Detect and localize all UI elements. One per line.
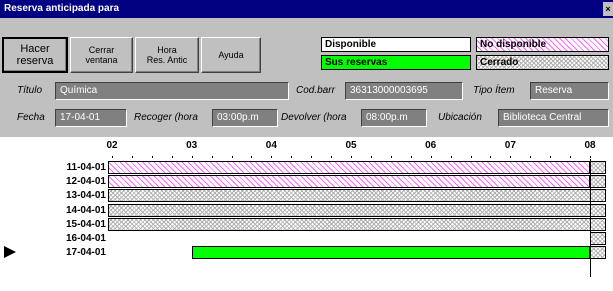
axis-tick — [212, 156, 213, 158]
schedule-grid: 02 03 04 05 06 07 08 11-04-01 12-04-01 13-04-01 14… — [0, 137, 613, 291]
titulo-field: Química — [55, 82, 289, 100]
schedule-row-date[interactable]: 16-04-01 — [18, 232, 110, 245]
axis-tick — [490, 156, 491, 158]
legend-disponible: Disponible — [321, 37, 471, 52]
schedule-row-date[interactable]: 12-04-01 — [18, 175, 110, 188]
axis-tick — [510, 156, 511, 158]
hour-label: 07 — [504, 140, 516, 151]
devolver-label: Devolver (hora — [281, 112, 347, 123]
hour-label: 08 — [584, 140, 596, 151]
hacer-reserva-button[interactable]: Hacer reserva — [2, 37, 68, 73]
axis-tick — [351, 156, 352, 158]
axis-tick — [192, 156, 193, 158]
ubicacion-field: Biblioteca Central — [498, 109, 609, 127]
tipo-item-field: Reserva — [530, 82, 609, 100]
hour-label: 06 — [425, 140, 437, 151]
fecha-label: Fecha — [17, 112, 45, 123]
recoger-label: Recoger (hora — [134, 112, 198, 123]
axis-tick — [411, 156, 412, 158]
axis-tick — [391, 156, 392, 158]
legend-cerrado: Cerrado — [476, 55, 609, 70]
axis-tick — [371, 156, 372, 158]
ayuda-button[interactable]: Ayuda — [201, 37, 261, 73]
codbarr-field: 36313000003695 — [345, 82, 463, 100]
schedule-row-date[interactable]: 14-04-01 — [18, 204, 110, 217]
axis-tick — [132, 156, 133, 158]
closing-time-line — [590, 159, 591, 277]
schedule-row-date[interactable]: 15-04-01 — [18, 218, 110, 231]
recoger-field: 03:00p.m — [212, 109, 278, 127]
slot-cerrado-tail — [590, 246, 606, 259]
axis-tick — [550, 156, 551, 158]
tipo-item-label: Tipo Ítem — [473, 85, 515, 96]
current-row-arrow-icon — [4, 246, 16, 258]
codbarr-label: Cod.barr — [296, 85, 335, 96]
axis-tick — [590, 156, 591, 158]
axis-tick — [271, 156, 272, 158]
devolver-field: 08:00p.m — [361, 109, 427, 127]
schedule-row-date[interactable]: 13-04-01 — [18, 189, 110, 202]
slot-cerrado-tail — [590, 218, 606, 231]
ubicacion-label: Ubicación — [438, 112, 482, 123]
slot-cerrado-tail — [590, 189, 606, 202]
slot-cerrado-tail — [590, 175, 606, 188]
hour-label: 03 — [186, 140, 198, 151]
slot-cerrado[interactable] — [108, 189, 606, 202]
hour-label: 02 — [106, 140, 118, 151]
fecha-field: 17-04-01 — [55, 109, 127, 127]
titulo-label: Título — [17, 85, 43, 96]
axis-tick — [311, 156, 312, 158]
slot-cerrado[interactable] — [108, 218, 606, 231]
slot-no-disponible[interactable] — [108, 175, 590, 188]
legend-sus-reservas: Sus reservas — [321, 55, 471, 70]
hour-label: 05 — [345, 140, 357, 151]
axis-tick — [451, 156, 452, 158]
axis-tick — [471, 156, 472, 158]
slot-sus-reservas[interactable] — [192, 246, 590, 259]
axis-tick — [530, 156, 531, 158]
slot-no-disponible[interactable] — [108, 161, 590, 174]
axis-tick — [112, 156, 113, 158]
axis-tick — [232, 156, 233, 158]
legend-no-disponible: No disponible — [476, 37, 609, 52]
axis-tick — [570, 156, 571, 158]
slot-cerrado-tail — [590, 232, 606, 245]
hour-label: 04 — [265, 140, 277, 151]
axis-tick — [172, 156, 173, 158]
slot-cerrado[interactable] — [108, 204, 606, 217]
axis-tick — [331, 156, 332, 158]
axis-tick — [291, 156, 292, 158]
hora-res-antic-button[interactable]: Hora Res. Antic — [135, 37, 199, 73]
schedule-row-date[interactable]: 11-04-01 — [18, 161, 110, 174]
slot-cerrado-tail — [590, 161, 606, 174]
cerrar-ventana-button[interactable]: Cerrar ventana — [70, 37, 133, 73]
schedule-row-date[interactable]: 17-04-01 — [18, 246, 110, 259]
window-title: Reserva anticipada para — [4, 3, 120, 14]
window-titlebar: Reserva anticipada para × — [0, 0, 613, 18]
slot-cerrado-tail — [590, 204, 606, 217]
axis-tick — [152, 156, 153, 158]
axis-tick — [251, 156, 252, 158]
axis-tick — [431, 156, 432, 158]
close-icon[interactable]: × — [603, 2, 613, 16]
